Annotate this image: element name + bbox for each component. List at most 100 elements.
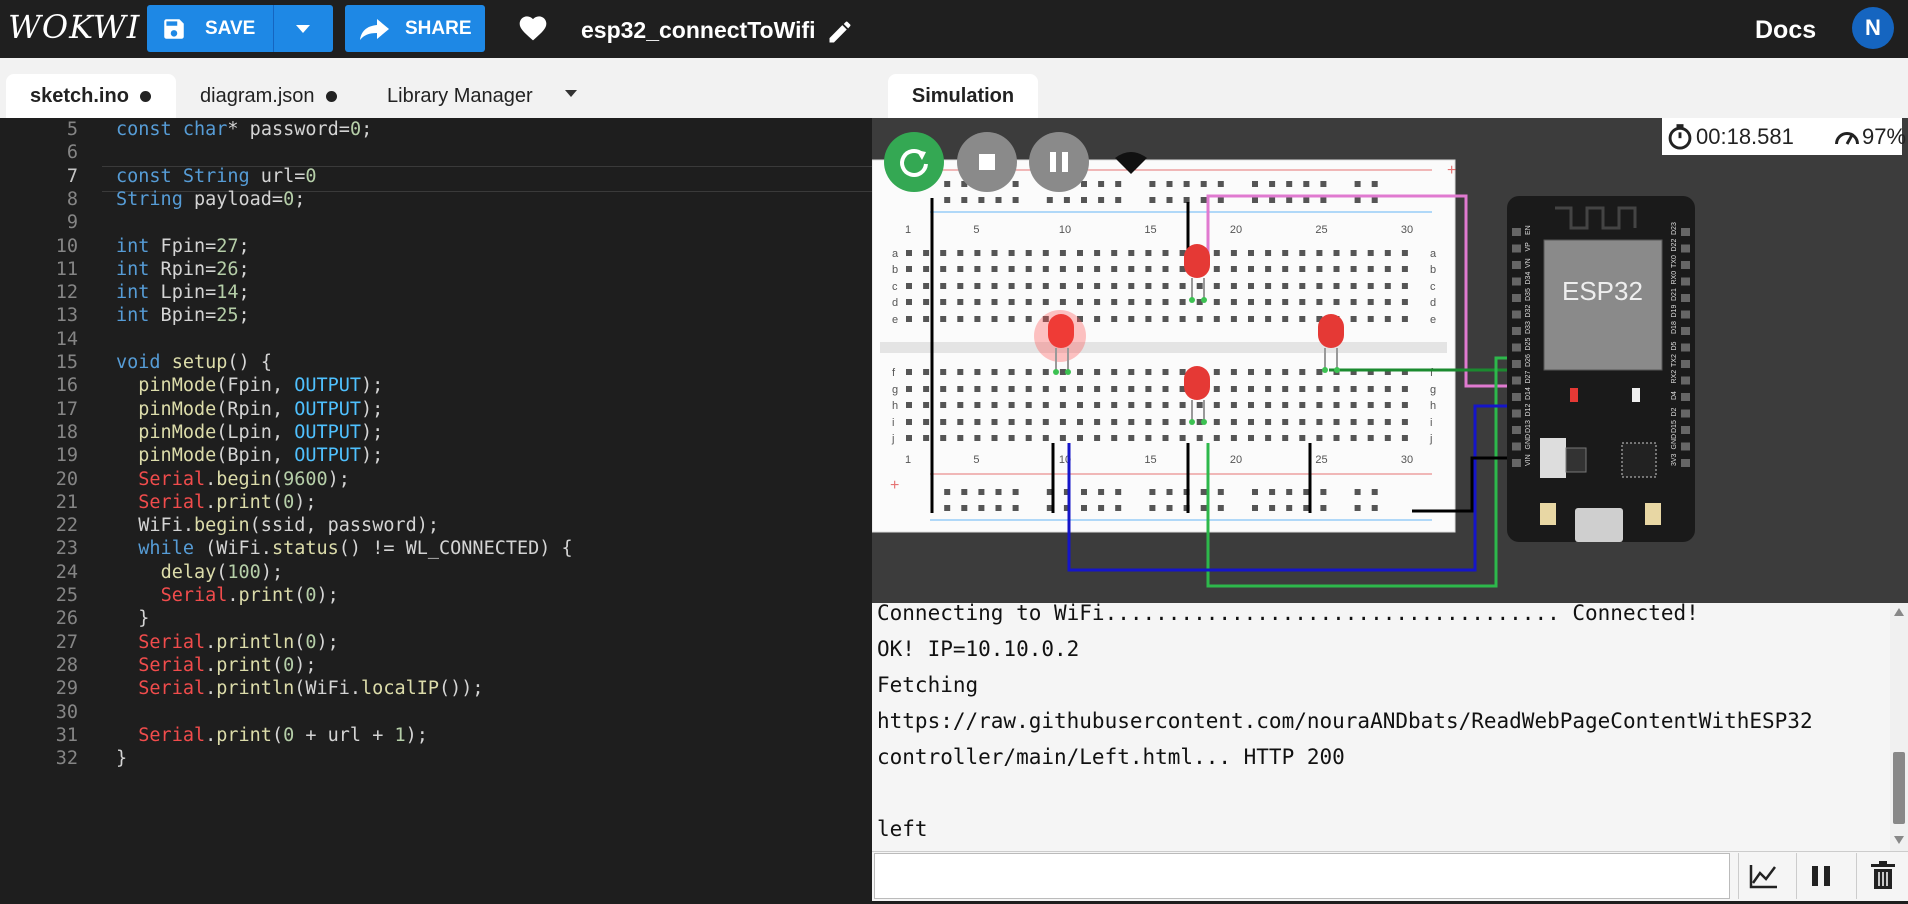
esp-pin-label: TX2 [1671,354,1678,367]
scroll-up-icon[interactable] [1893,607,1905,617]
project-title[interactable]: esp32_connectToWifi [581,17,816,44]
code-text: Serial.print(0); [160,585,339,606]
row-letter: h [892,400,898,412]
circuit-diagram: 1 5 10 15 20 25 301 5 10 15 20 25 30a ab bc cd de ef fg gh h… [872,159,1695,588]
heart-icon[interactable] [517,12,549,42]
tab-library-manager[interactable]: Library Manager [387,74,533,118]
line-number: 11 [55,258,78,280]
esp-pin-label: D33 [1525,321,1532,334]
code-text: while (WiFi.status() != WL_CONNECTED) { [138,538,573,560]
esp-pin-label: 3V3 [1671,453,1678,466]
clear-serial-button[interactable] [1856,853,1908,899]
simulation-canvas[interactable]: 1 5 10 15 20 25 30 1 5 10 15 20 25 30 a a b b c c d d e e f f g g h h… [872,118,1908,603]
esp32-board: ESP32 EN VP VN D34 D35 D32 D33 D25 D26 D27 D14 D12 D… [1507,196,1695,542]
serial-scroll-thumb[interactable] [1893,752,1905,824]
tab-sketch[interactable]: sketch.ino [6,74,176,118]
stopwatch-icon [1668,124,1692,150]
row-letter: i [892,417,894,429]
esp-pin-label: EN [1525,225,1532,235]
chevron-down-icon[interactable] [293,22,313,36]
tab-library-label: Library Manager [387,85,533,107]
code-text: const char* password=0; [116,119,373,140]
docs-link[interactable]: Docs [1755,16,1816,45]
ruler-number: 1 [905,454,911,466]
row-letter: e [892,314,898,326]
code-text: Serial.begin(9600); [138,468,350,490]
save-label: SAVE [205,18,256,39]
serial-line: OK! IP=10.10.0.2 [877,637,1080,661]
row-letter: d [1430,297,1436,309]
ruler-number: 20 [1230,454,1242,466]
row-letter: h [1430,400,1436,412]
restart-icon [900,148,928,177]
restart-button[interactable] [884,132,944,192]
row-letter: i [1430,417,1432,429]
esp-pin-label: D2 [1671,407,1678,416]
code-text: int Lpin=14; [116,282,250,304]
ruler-number: 15 [1144,454,1156,466]
avatar[interactable]: N [1852,7,1894,49]
line-number: 23 [55,538,78,560]
code-text: Serial.println(0); [138,631,339,653]
esp-pin-label: D23 [1671,222,1678,235]
stop-button[interactable] [957,132,1017,192]
code-editor[interactable]: 5 const char* password=0; 6 7 const String u… [0,118,872,901]
code-text: } [116,608,150,630]
code-line[interactable]: 32} [0,748,872,776]
tabs-dropdown-icon[interactable] [565,90,577,97]
pencil-icon[interactable] [826,18,854,46]
pause-icon [1812,866,1830,886]
pause-icon [1050,152,1068,172]
unsaved-dot [325,91,337,103]
line-number: 10 [55,235,78,257]
esp-pin-label: D21 [1671,288,1678,301]
speedometer-icon [1835,132,1859,145]
top-bar: WOKWI SAVE SHARE esp32_connectToWifi Doc… [0,0,1908,58]
line-number: 18 [55,421,78,443]
line-number: 15 [55,352,78,373]
scroll-down-icon[interactable] [1893,835,1905,845]
share-button[interactable]: SHARE [345,5,485,52]
line-number: 19 [55,445,78,467]
serial-monitor[interactable]: Connecting to WiFi......................… [872,603,1908,851]
code-text: WiFi.begin(ssid, password); [116,515,440,537]
line-number: 13 [55,305,78,327]
esp-pin-label: VN [1525,258,1532,268]
line-number: 17 [55,398,78,420]
tab-diagram[interactable]: diagram.json [200,74,337,118]
wokwi-logo[interactable]: WOKWI [8,8,140,46]
line-number: 26 [55,608,78,630]
esp32-label: ESP32 [1562,276,1643,306]
simulation-timer: 00:18.581 97% [1662,118,1906,155]
save-button[interactable]: SAVE [147,5,333,52]
speed-value: 97% [1862,124,1907,149]
row-letter: d [892,297,898,309]
save-icon [164,19,184,39]
ruler-number: 5 [973,224,979,236]
svg-text:+: + [890,477,899,494]
esp-pin-label: D5 [1671,341,1678,350]
tab-simulation[interactable]: Simulation [888,74,1038,118]
line-number: 12 [55,282,78,304]
line-number: 5 [66,119,78,140]
serial-input[interactable] [874,853,1730,899]
code-text: pinMode(Bpin, OUTPUT); [138,445,384,467]
row-letter: c [892,281,898,293]
wifi-icon [1115,152,1147,174]
row-letter: e [1430,314,1436,326]
row-letter: b [1430,264,1436,276]
line-number: 31 [55,724,78,746]
pause-button[interactable] [1029,132,1089,192]
code-text: pinMode(Fpin, OUTPUT); [138,375,384,397]
esp-pin-label: D4 [1671,391,1678,400]
serial-pause-button[interactable] [1796,853,1844,899]
esp-pin-label: GND [1525,434,1532,450]
line-number: 20 [55,468,78,490]
code-text: pinMode(Lpin, OUTPUT); [138,421,384,443]
plotter-button[interactable] [1738,853,1786,899]
esp-pin-label: D35 [1525,288,1532,301]
esp-pin-label: RX0 [1671,271,1678,285]
line-number: 29 [55,678,78,700]
row-letter: g [892,384,898,396]
ruler-number: 5 [973,454,979,466]
